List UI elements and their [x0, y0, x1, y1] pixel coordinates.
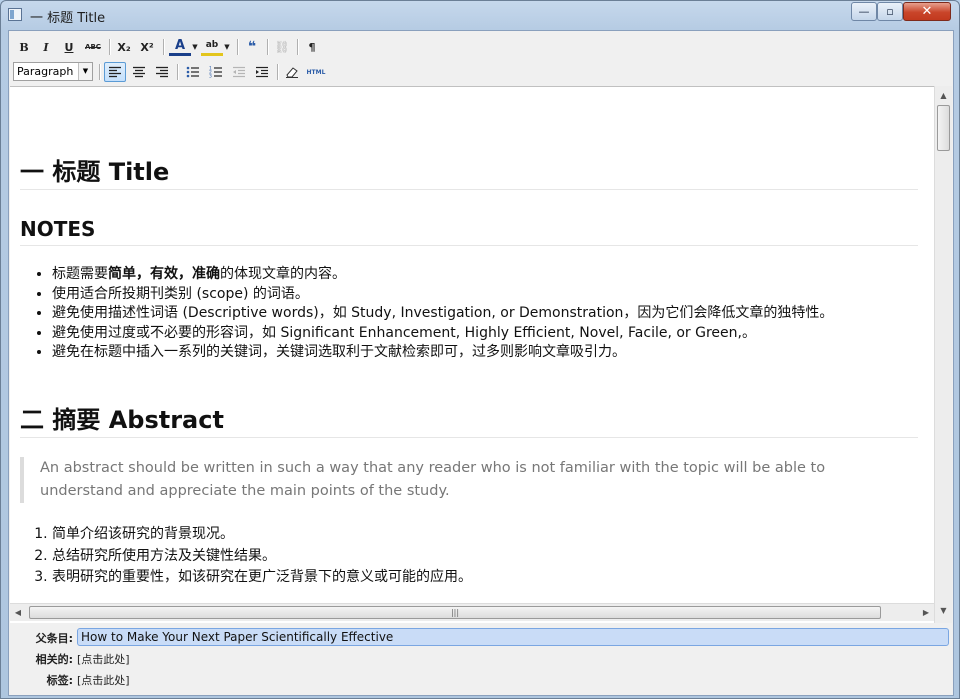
eraser-icon: [286, 67, 298, 78]
window: 一 标题 Title — ▫ ✕ B I U ABC X₂ X² A ▼ ab …: [0, 0, 960, 699]
align-left-icon: [109, 66, 121, 78]
italic-button[interactable]: I: [37, 37, 55, 57]
indent-button[interactable]: [251, 62, 273, 82]
horizontal-scrollbar[interactable]: ◀ ||| ▶: [10, 603, 934, 621]
pilcrow-icon[interactable]: ¶: [302, 37, 322, 57]
close-button[interactable]: ✕: [903, 2, 951, 21]
heading-notes: NOTES: [20, 217, 918, 246]
list-item: 使用适合所投期刊类别 (scope) 的词语。: [52, 285, 833, 305]
related-field[interactable]: [点击此处]: [77, 651, 130, 667]
toolbar-separator: [277, 64, 279, 80]
toolbar-separator: [109, 39, 111, 55]
heading-title: 一 标题 Title: [20, 152, 918, 190]
parent-field[interactable]: How to Make Your Next Paper Scientifical…: [77, 628, 949, 646]
scroll-up-arrow-icon[interactable]: ▲: [935, 88, 952, 104]
underline-button[interactable]: U: [60, 37, 78, 57]
list-item: 标题需要简单，有效，准确的体现文章的内容。: [52, 265, 833, 285]
toolbar-separator: [163, 39, 165, 55]
bullet-list-icon: [186, 66, 199, 78]
abstract-blockquote: An abstract should be written in such a …: [20, 457, 908, 503]
minimize-button[interactable]: —: [851, 2, 877, 21]
notes-list: 标题需要简单，有效，准确的体现文章的内容。 使用适合所投期刊类别 (scope)…: [20, 265, 833, 363]
title-bar[interactable]: 一 标题 Title — ▫ ✕: [1, 1, 959, 29]
toolbar-separator: [267, 39, 269, 55]
toolbar-row-formatting: B I U ABC X₂ X² A ▼ ab ▼ ❝ ⛓ ¶: [9, 35, 953, 59]
vertical-scroll-thumb[interactable]: [937, 105, 950, 151]
editor-window: B I U ABC X₂ X² A ▼ ab ▼ ❝ ⛓ ¶ Paragraph…: [8, 30, 954, 696]
align-left-button[interactable]: [104, 62, 126, 82]
list-item: 避免在标题中插入一系列的关键词，关键词选取利于文献检索即可，过多则影响文章吸引力…: [52, 343, 833, 363]
numbered-list-button[interactable]: 123: [205, 62, 227, 82]
numbered-list-icon: 123: [209, 66, 222, 79]
heading-abstract: 二 摘要 Abstract: [20, 400, 918, 438]
list-item: 简单介绍该研究的背景现况。: [52, 524, 472, 546]
app-icon: [8, 8, 22, 21]
outdent-button[interactable]: [228, 62, 250, 82]
toolbar-separator: [99, 64, 101, 80]
properties-panel: 父条目: How to Make Your Next Paper Scienti…: [9, 623, 953, 695]
chevron-down-icon[interactable]: ▼: [223, 37, 231, 57]
list-item: 表明研究的重要性，如该研究在更广泛背景下的意义或可能的应用。: [52, 567, 472, 589]
subscript-button[interactable]: X₂: [114, 37, 134, 57]
svg-text:3: 3: [209, 74, 212, 79]
highlight-color-button[interactable]: ab: [201, 37, 223, 56]
toolbar-separator: [237, 39, 239, 55]
strikethrough-button[interactable]: ABC: [82, 37, 104, 57]
blockquote-icon[interactable]: ❝: [242, 37, 262, 57]
tags-field[interactable]: [点击此处]: [77, 672, 130, 688]
bold-button[interactable]: B: [15, 37, 33, 57]
toolbar-separator: [297, 39, 299, 55]
scroll-down-arrow-icon[interactable]: ▼: [935, 603, 952, 619]
toolbar-row-paragraph: Paragraph ▼ 123 HTML: [9, 60, 953, 84]
link-icon[interactable]: ⛓: [272, 37, 292, 57]
chevron-down-icon[interactable]: ▼: [191, 37, 199, 57]
list-item: 总结研究所使用方法及关键性结果。: [52, 546, 472, 568]
outdent-icon: [233, 66, 245, 78]
scroll-right-arrow-icon[interactable]: ▶: [918, 604, 934, 621]
superscript-button[interactable]: X²: [137, 37, 157, 57]
maximize-button[interactable]: ▫: [877, 2, 903, 21]
clear-formatting-button[interactable]: [282, 62, 302, 82]
align-right-icon: [156, 66, 168, 78]
align-center-button[interactable]: [128, 62, 150, 82]
format-select-value: Paragraph: [17, 65, 74, 78]
related-label: 相关的:: [35, 653, 73, 666]
chevron-down-icon[interactable]: ▼: [78, 63, 92, 80]
bullet-list-button[interactable]: [182, 62, 204, 82]
toolbar-separator: [177, 64, 179, 80]
abstract-points-list: 简单介绍该研究的背景现况。 总结研究所使用方法及关键性结果。 表明研究的重要性，…: [20, 524, 472, 589]
parent-label: 父条目:: [35, 632, 73, 645]
align-center-icon: [133, 66, 145, 78]
list-item: 避免使用描述性词语 (Descriptive words)，如 Study, I…: [52, 304, 833, 324]
align-right-button[interactable]: [151, 62, 173, 82]
editor-area[interactable]: 一 标题 Title NOTES 标题需要简单，有效，准确的体现文章的内容。 使…: [10, 86, 952, 634]
html-source-button[interactable]: HTML: [304, 62, 328, 82]
vertical-scrollbar[interactable]: ▲ ▼: [934, 86, 952, 633]
indent-icon: [256, 66, 268, 78]
scroll-left-arrow-icon[interactable]: ◀: [10, 604, 26, 621]
list-item: 避免使用过度或不必要的形容词，如 Significant Enhancement…: [52, 324, 833, 344]
font-color-button[interactable]: A: [169, 37, 191, 56]
window-title: 一 标题 Title: [30, 11, 106, 26]
tags-label: 标签:: [46, 674, 73, 687]
format-select[interactable]: Paragraph ▼: [13, 62, 93, 81]
horizontal-scroll-thumb[interactable]: |||: [29, 606, 881, 619]
